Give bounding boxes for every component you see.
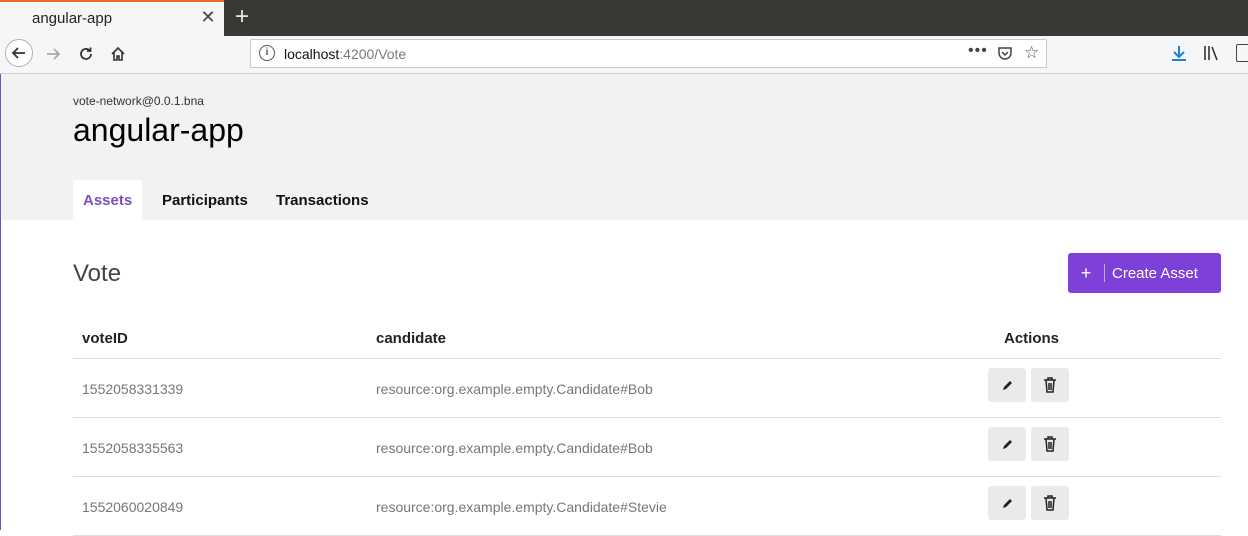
table-row: 1552058335563 resource:org.example.empty… [73,418,1221,477]
library-icon[interactable] [1202,44,1220,67]
page-title: Vote [73,260,122,287]
browser-nav-bar: i localhost:4200/Vote ••• ☆ [0,36,1248,74]
info-icon[interactable]: i [259,45,275,61]
plus-icon: + [1080,262,1092,283]
table-row: 1552060020849 resource:org.example.empty… [73,477,1221,536]
create-asset-button[interactable]: + Create Asset [1068,253,1221,293]
candidate-cell: resource:org.example.empty.Candidate#Bob [376,440,653,456]
browser-tab-strip: angular-app ✕ + [0,0,1248,36]
create-asset-label: Create Asset [1112,264,1198,282]
column-header-actions: Actions [1004,330,1060,347]
vote-id-cell: 1552060020849 [82,499,184,515]
candidate-cell: resource:org.example.empty.Candidate#Ste… [376,499,667,515]
edit-button[interactable] [988,427,1026,461]
delete-button[interactable] [1031,368,1069,402]
reload-icon [80,47,92,60]
delete-button[interactable] [1031,427,1069,461]
trash-icon [1044,495,1056,511]
pencil-icon [1002,439,1012,449]
app-title: angular-app [73,112,244,148]
browser-tab[interactable]: angular-app ✕ [0,0,224,36]
trash-icon [1044,436,1056,452]
column-header-candidate: candidate [376,330,447,347]
pocket-icon[interactable] [997,45,1013,66]
pencil-icon [1002,498,1012,508]
home-button[interactable] [103,39,133,69]
network-id: vote-network@0.0.1.bna [73,94,204,108]
new-tab-button[interactable]: + [232,4,252,30]
back-button[interactable] [5,39,33,67]
close-tab-icon[interactable]: ✕ [199,8,217,26]
candidate-cell: resource:org.example.empty.Candidate#Bob [376,381,653,397]
tab-assets[interactable]: Assets [73,180,143,220]
bookmark-star-icon[interactable]: ☆ [1024,43,1039,63]
arrow-right-icon [47,48,61,60]
home-icon [111,46,125,61]
app-header: vote-network@0.0.1.bna angular-app Asset… [1,74,1248,220]
download-icon[interactable] [1170,44,1188,67]
table-row: 1552058331339 resource:org.example.empty… [73,359,1221,418]
trash-icon [1044,377,1056,393]
url-bar[interactable]: i localhost:4200/Vote ••• ☆ [250,39,1047,68]
tab-participants[interactable]: Participants [162,180,248,220]
sidebar-icon[interactable] [1236,44,1248,62]
arrow-left-icon [11,47,25,59]
reload-button[interactable] [71,39,101,69]
edit-button[interactable] [988,486,1026,520]
pencil-icon [1002,380,1012,390]
column-header-voteid: voteID [82,330,128,347]
vote-id-cell: 1552058335563 [82,440,184,456]
delete-button[interactable] [1031,486,1069,520]
page-actions-menu-icon[interactable]: ••• [968,42,988,60]
page-content: vote-network@0.0.1.bna angular-app Asset… [0,74,1248,536]
vote-id-cell: 1552058331339 [82,381,184,397]
url-text[interactable]: localhost:4200/Vote [284,46,406,62]
tab-transactions[interactable]: Transactions [276,180,369,220]
edit-button[interactable] [988,368,1026,402]
forward-button[interactable] [38,39,68,69]
browser-tab-title: angular-app [32,10,113,27]
